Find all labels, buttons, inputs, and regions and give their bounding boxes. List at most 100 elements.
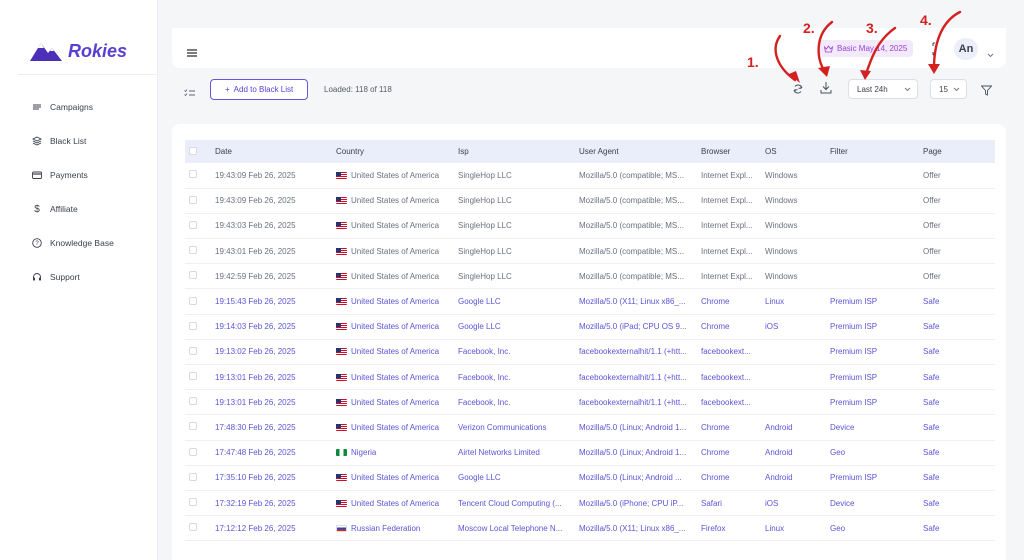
cell-browser: Internet Expl... [701,221,753,231]
sidebar-item-affiliate[interactable]: $ Affiliate [32,192,114,226]
time-range-value: Last 24h [857,84,888,94]
table-row[interactable]: 19:43:09 Feb 26, 2025 United States of Am… [185,163,995,189]
table-row[interactable]: 17:47:48 Feb 26, 2025 Nigeria Airtel Netwo… [185,440,995,466]
cell-browser: facebookext... [701,347,751,357]
plan-badge-label: Basic May 14, 2025 [837,44,908,53]
country-name: United States of America [351,297,440,307]
table-row[interactable]: 19:13:01 Feb 26, 2025 United States of Am… [185,365,995,390]
filter-icon[interactable] [980,83,993,101]
cell-browser: Internet Expl... [701,271,753,281]
cell-user-agent: Mozilla/5.0 (compatible; MS... [579,221,684,231]
cell-user-agent: Mozilla/5.0 (compatible; MS... [579,246,684,256]
time-range-select[interactable]: Last 24h [848,79,918,99]
column-header-user-agent[interactable]: User Agent [575,140,697,163]
table-row[interactable]: 19:43:01 Feb 26, 2025 United States of Am… [185,239,995,264]
add-to-black-list-button[interactable]: + Add to Black List [210,79,309,100]
cell-os: iOS [765,322,779,332]
cell-filter: Premium ISP [830,322,878,332]
plan-badge[interactable]: Basic May 14, 2025 [818,40,914,57]
cell-browser: Chrome [701,473,730,483]
table-row[interactable]: 17:48:30 Feb 26, 2025 United States of Am… [185,415,995,441]
menu-icon[interactable] [187,44,197,62]
table-row[interactable]: 17:35:10 Feb 26, 2025 United States of Am… [185,465,995,491]
column-header-os[interactable]: OS [761,140,826,163]
avatar[interactable]: An [954,38,978,60]
row-checkbox[interactable] [189,372,197,381]
download-icon[interactable] [820,81,832,99]
cell-page: Safe [923,448,940,458]
sidebar-divider [18,74,158,75]
cell-filter [826,264,919,289]
cell-user-agent: Mozilla/5.0 (compatible; MS... [579,196,684,206]
sidebar-item-support[interactable]: Support [32,260,114,294]
row-checkbox[interactable] [189,271,197,280]
row-checkbox[interactable] [189,195,197,204]
cell-date: 17:35:10 Feb 26, 2025 [215,473,296,483]
row-checkbox[interactable] [189,447,197,456]
cell-country: United States of America [332,490,454,515]
row-checkbox[interactable] [189,346,197,355]
table-row[interactable]: 19:14:03 Feb 26, 2025 United States of Am… [185,314,995,340]
row-checkbox[interactable] [189,296,197,305]
refresh-icon[interactable] [792,82,804,100]
row-checkbox[interactable] [189,246,197,255]
column-header-page[interactable]: Page [919,140,995,163]
cell-os: Android [765,448,793,458]
row-checkbox[interactable] [189,472,197,481]
sidebar-item-campaigns[interactable]: Campaigns [32,90,114,124]
table-row[interactable]: 19:42:59 Feb 26, 2025 United States of Am… [185,264,995,289]
sidebar-item-black-list[interactable]: Black List [32,124,114,158]
row-checkbox[interactable] [189,498,197,507]
row-checkbox[interactable] [189,321,197,330]
country-name: United States of America [351,473,440,483]
headset-icon [32,272,42,282]
row-checkbox[interactable] [189,220,197,229]
column-header-country[interactable]: Country [332,140,454,163]
table-row[interactable]: 19:15:43 Feb 26, 2025 United States of Am… [185,289,995,315]
cell-isp: Moscow Local Telephone N... [458,523,563,533]
select-all-checkbox[interactable] [189,146,197,155]
country-name: Nigeria [351,448,377,458]
row-checkbox[interactable] [189,523,197,532]
cell-browser: Internet Expl... [701,196,753,206]
cell-user-agent: Mozilla/5.0 (iPhone; CPU iP... [579,498,684,508]
flag-us-icon [336,474,347,482]
country-name: United States of America [351,372,440,382]
cell-country: Russian Federation [332,516,454,541]
column-header-date[interactable]: Date [211,140,332,163]
row-checkbox[interactable] [189,170,197,179]
column-header-filter[interactable]: Filter [826,140,919,163]
cell-browser: Chrome [701,448,730,458]
help-circle-icon: ? [32,238,42,248]
fullscreen-icon[interactable] [932,42,940,61]
rows-per-page-select[interactable]: 15 [930,79,967,99]
cell-country: Nigeria [332,440,454,465]
sidebar-item-payments[interactable]: Payments [32,158,114,192]
country-name: United States of America [351,322,440,332]
annotation-label-1: 1. [747,54,759,70]
cell-page: Safe [923,498,940,508]
column-header-browser[interactable]: Browser [697,140,761,163]
cell-country: United States of America [332,339,454,364]
table-row[interactable]: 19:13:01 Feb 26, 2025 United States of Am… [185,390,995,415]
table-row[interactable]: 19:43:03 Feb 26, 2025 United States of Am… [185,213,995,239]
cell-user-agent: facebookexternalhit/1.1 (+htt... [579,397,687,407]
checklist-icon[interactable] [184,84,195,102]
flag-us-icon [336,323,347,331]
table-row[interactable]: 19:13:02 Feb 26, 2025 United States of Am… [185,339,995,365]
cell-page: Safe [923,372,940,382]
row-checkbox[interactable] [189,397,197,406]
column-header-isp[interactable]: Isp [454,140,575,163]
table-row[interactable]: 19:43:09 Feb 26, 2025 United States of Am… [185,188,995,214]
cell-filter: Premium ISP [830,297,878,307]
cell-user-agent: Mozilla/5.0 (compatible; MS... [579,271,684,281]
sidebar-item-knowledge-base[interactable]: ? Knowledge Base [32,226,114,260]
table-row[interactable]: 17:32:19 Feb 26, 2025 United States of Am… [185,490,995,516]
row-checkbox[interactable] [189,422,197,431]
table-row[interactable]: 17:12:12 Feb 26, 2025 Russian Federation M… [185,516,995,541]
cell-os: Windows [765,196,798,206]
table-header-row: Date Country Isp User Agent Browser OS F… [185,140,995,163]
cell-user-agent: facebookexternalhit/1.1 (+htt... [579,372,687,382]
chevron-down-icon[interactable] [987,45,994,63]
brand-logo[interactable]: Rokies [30,40,127,62]
